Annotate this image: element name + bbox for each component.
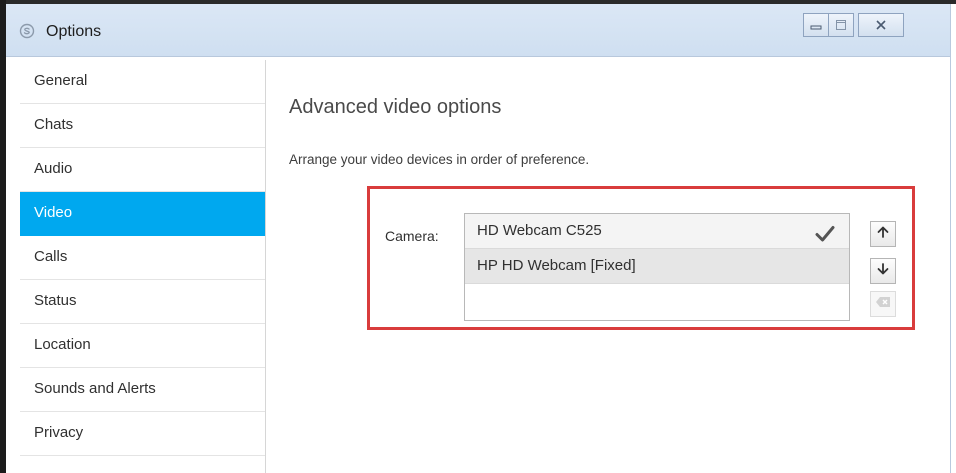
arrow-down-icon [876, 262, 890, 281]
sidebar-item-label: Video [34, 204, 73, 221]
sidebar-item-calls[interactable]: Calls [20, 236, 265, 280]
move-down-button[interactable] [870, 258, 896, 284]
sidebar-item-label: Privacy [34, 424, 84, 441]
device-item[interactable]: HP HD Webcam [Fixed] [465, 249, 849, 284]
page-description: Arrange your video devices in order of p… [289, 152, 590, 167]
video-options-panel: Advanced video options Arrange your vide… [289, 60, 939, 473]
sidebar-item-label: General [34, 72, 88, 89]
screenshot: Options General Chats Audio Video Calls … [0, 0, 956, 473]
delete-icon [875, 295, 891, 313]
maximize-button[interactable] [828, 13, 854, 37]
camera-device-list[interactable]: HD Webcam C525 HP HD Webcam [Fixed] [464, 213, 850, 321]
arrow-up-icon [876, 225, 890, 244]
move-up-button[interactable] [870, 221, 896, 247]
maximize-icon [835, 19, 847, 31]
sidebar-item-audio[interactable]: Audio [20, 148, 265, 192]
sidebar-item-sounds-and-alerts[interactable]: Sounds and Alerts [20, 368, 265, 412]
sidebar-item-label: Sounds and Alerts [34, 380, 156, 397]
caption-buttons [803, 13, 904, 39]
page-title: Advanced video options [289, 96, 502, 118]
options-sidebar: General Chats Audio Video Calls Status L… [20, 60, 266, 473]
device-name: HD Webcam C525 [477, 222, 602, 239]
device-item-empty [465, 284, 849, 319]
close-button[interactable] [858, 13, 904, 37]
sidebar-item-status[interactable]: Status [20, 280, 265, 324]
camera-label: Camera: [385, 228, 439, 244]
sidebar-item-label: Calls [34, 248, 68, 265]
sidebar-item-video[interactable]: Video [20, 192, 265, 236]
minimize-icon [810, 20, 822, 30]
sidebar-item-label: Chats [34, 116, 74, 133]
window-title: Options [46, 23, 102, 40]
options-window: Options General Chats Audio Video Calls … [6, 4, 951, 473]
title-bar[interactable]: Options [6, 4, 950, 57]
sidebar-item-general[interactable]: General [20, 60, 265, 104]
sidebar-item-label: Status [34, 292, 77, 309]
sidebar-item-privacy[interactable]: Privacy [20, 412, 265, 456]
remove-device-button[interactable] [870, 291, 896, 317]
device-name: HP HD Webcam [Fixed] [477, 257, 636, 274]
sidebar-item-label: Audio [34, 160, 73, 177]
skype-icon [19, 23, 35, 39]
device-item[interactable]: HD Webcam C525 [465, 214, 849, 249]
sidebar-item-label: Location [34, 336, 91, 353]
sidebar-item-chats[interactable]: Chats [20, 104, 265, 148]
sidebar-item-location[interactable]: Location [20, 324, 265, 368]
minimize-button[interactable] [803, 13, 829, 37]
close-icon [875, 19, 887, 31]
